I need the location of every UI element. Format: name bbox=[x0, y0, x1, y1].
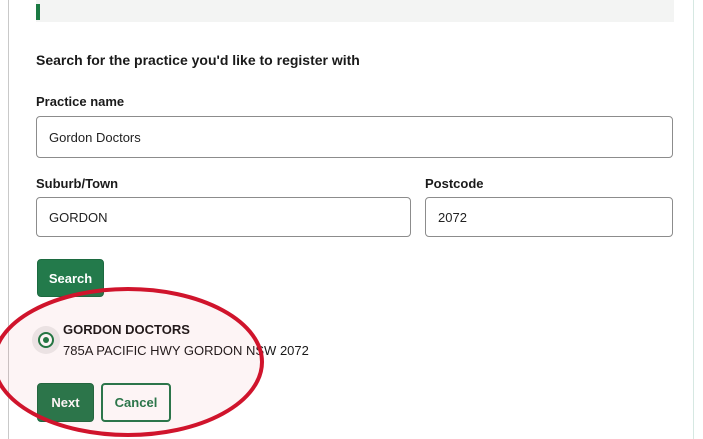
page: Search for the practice you'd like to re… bbox=[0, 0, 703, 439]
suburb-label: Suburb/Town bbox=[36, 176, 119, 191]
suburb-input[interactable]: GORDON bbox=[36, 197, 411, 237]
result-address: 785A PACIFIC HWY GORDON NSW 2072 bbox=[63, 343, 309, 358]
form-heading: Search for the practice you'd like to re… bbox=[36, 52, 360, 68]
postcode-label: Postcode bbox=[425, 176, 484, 191]
info-panel-accent bbox=[36, 4, 40, 20]
next-button[interactable]: Next bbox=[37, 383, 94, 422]
cancel-button[interactable]: Cancel bbox=[101, 383, 171, 422]
search-button[interactable]: Search bbox=[37, 259, 104, 297]
left-border bbox=[8, 0, 9, 439]
practice-name-input[interactable]: Gordon Doctors bbox=[36, 116, 673, 158]
result-name: GORDON DOCTORS bbox=[63, 322, 190, 337]
postcode-input[interactable]: 2072 bbox=[425, 197, 673, 237]
practice-name-label: Practice name bbox=[36, 94, 125, 109]
result-item[interactable]: GORDON DOCTORS 785A PACIFIC HWY GORDON N… bbox=[32, 320, 366, 366]
result-radio-selected[interactable] bbox=[38, 332, 54, 348]
info-panel-bottom bbox=[36, 0, 674, 22]
right-border bbox=[693, 0, 694, 439]
